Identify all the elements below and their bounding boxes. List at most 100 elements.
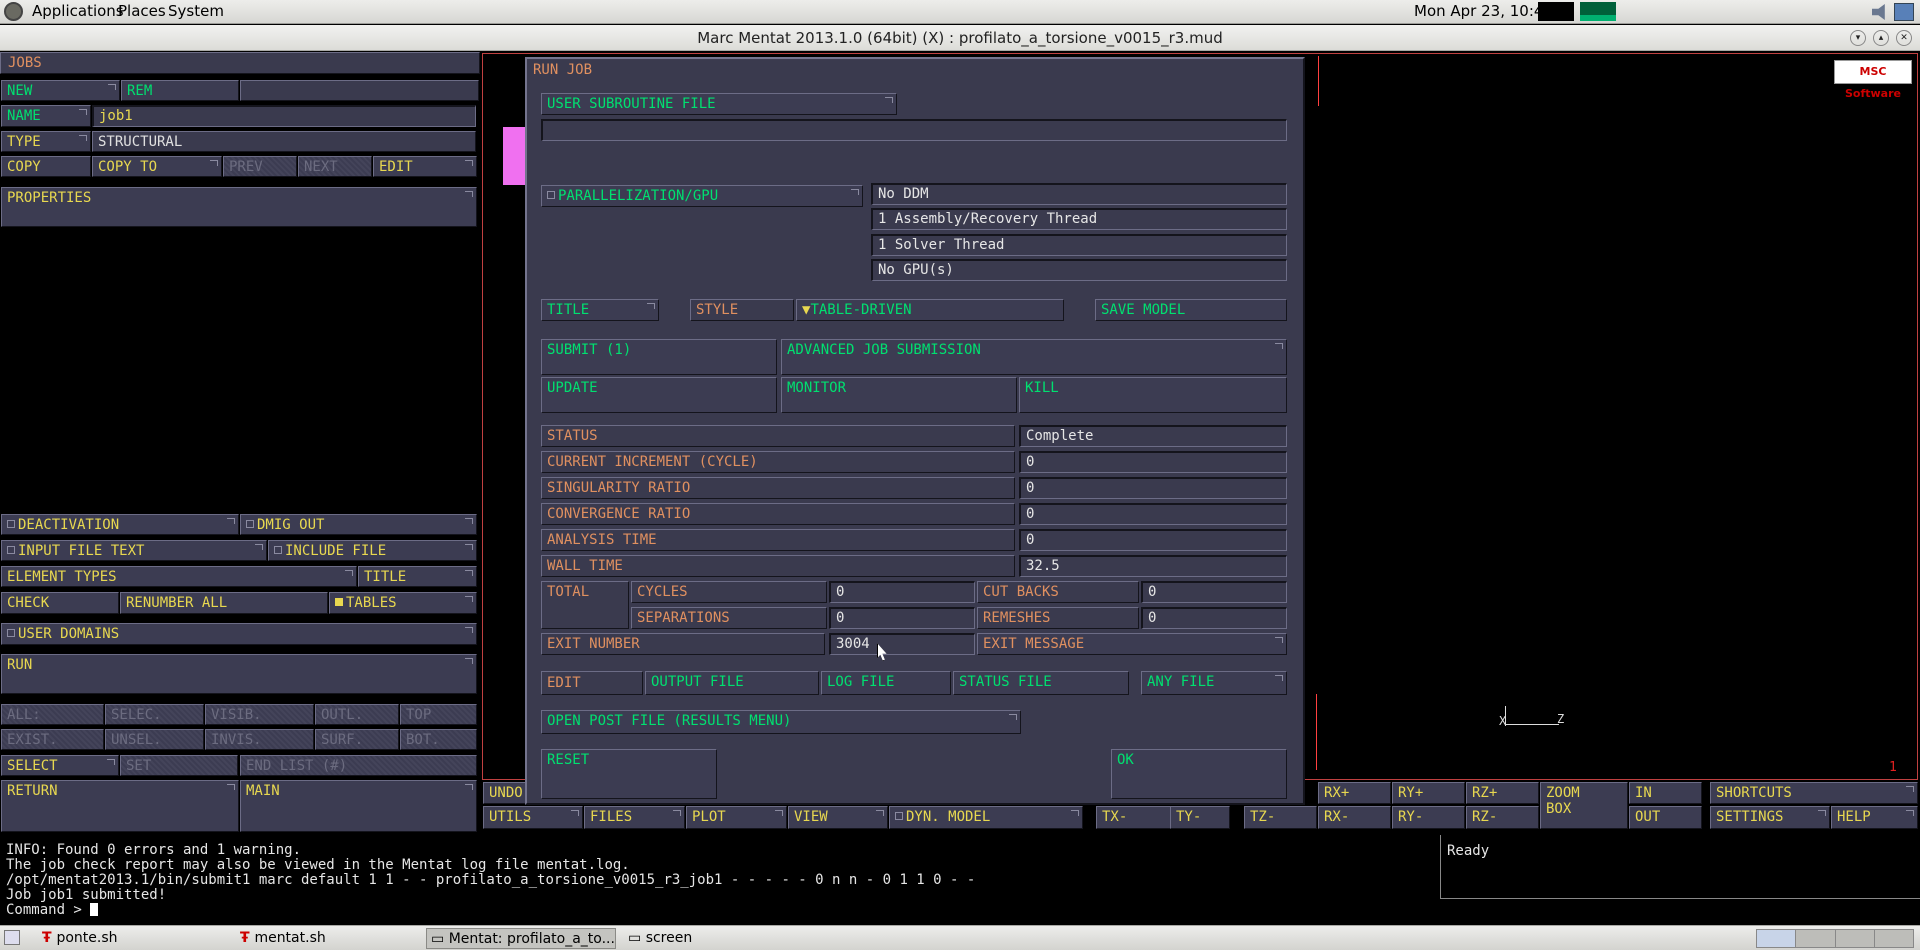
submit-button[interactable]: SUBMIT (1) [541, 339, 777, 375]
tz-minus-button[interactable]: TZ- [1244, 806, 1317, 829]
sel-top-button: TOP [400, 704, 477, 725]
cut-backs-label: CUT BACKS [977, 581, 1139, 603]
plot-button[interactable]: PLOT [686, 806, 787, 829]
sel-selec-button: SELEC. [105, 704, 204, 725]
settings-button[interactable]: SETTINGS [1710, 806, 1830, 829]
select-button[interactable]: SELECT [1, 755, 119, 776]
user-subroutine-field[interactable] [541, 119, 1287, 141]
name-label: NAME [1, 105, 91, 127]
user-domains-button[interactable]: USER DOMAINS [1, 623, 477, 645]
gnome-foot-icon[interactable] [4, 2, 23, 21]
include-file-button[interactable]: INCLUDE FILE [268, 540, 477, 561]
taskbar-item-mentat-sh[interactable]: Ŧ mentat.sh [236, 928, 426, 949]
save-model-button[interactable]: SAVE MODEL [1095, 299, 1287, 321]
sel-invis-button: INVIS. [205, 729, 314, 750]
window-icon: ▭ [431, 931, 449, 947]
taskbar-item-screen[interactable]: ▭ screen [624, 928, 814, 949]
sel-bot-button: BOT. [400, 729, 477, 750]
separations-label: SEPARATIONS [631, 607, 827, 629]
check-button[interactable]: CHECK [1, 592, 119, 614]
zoom-in-button[interactable]: IN [1629, 782, 1702, 804]
log-file-button[interactable]: LOG FILE [821, 671, 951, 695]
menu-applications[interactable]: Applications [32, 2, 124, 20]
next-button: NEXT [298, 156, 372, 177]
remeshes-label: REMESHES [977, 607, 1139, 629]
close-icon[interactable]: ✕ [1896, 30, 1912, 46]
assembly-thread-value: 1 Assembly/Recovery Thread [871, 208, 1287, 230]
deactivation-button[interactable]: DEACTIVATION [1, 514, 239, 535]
exit-message-button[interactable]: EXIT MESSAGE [977, 633, 1287, 655]
taskbar-item-ponte[interactable]: Ŧ ponte.sh [38, 928, 228, 949]
ry-plus-button[interactable]: RY+ [1392, 782, 1465, 804]
volume-icon[interactable] [1872, 4, 1885, 20]
rz-minus-button[interactable]: RZ- [1466, 806, 1539, 829]
copy-button[interactable]: COPY [1, 156, 91, 177]
end-list-button: END LIST (#) [240, 755, 477, 776]
minimize-icon[interactable]: ▾ [1850, 30, 1866, 46]
run-job-dialog: RUN JOB USER SUBROUTINE FILE PARALLELIZA… [525, 57, 1305, 805]
element-types-button[interactable]: ELEMENT TYPES [1, 566, 357, 587]
folder-icon: ▭ [628, 930, 646, 946]
job-name-field[interactable]: job1 [92, 105, 476, 127]
current-increment-label: CURRENT INCREMENT (CYCLE) [541, 451, 1015, 473]
any-file-button[interactable]: ANY FILE [1141, 671, 1287, 695]
rem-job-button[interactable]: REM [121, 80, 239, 101]
tx-minus-button[interactable]: TX- [1096, 806, 1179, 829]
zoom-box-button[interactable]: ZOOM BOX [1540, 782, 1628, 829]
applet-icon[interactable] [1894, 3, 1914, 21]
ok-button[interactable]: OK [1111, 749, 1287, 799]
menu-system[interactable]: System [168, 2, 224, 20]
title-dialog-button[interactable]: TITLE [541, 299, 659, 321]
shortcuts-button[interactable]: SHORTCUTS [1710, 782, 1918, 804]
menu-places[interactable]: Places [118, 2, 166, 20]
help-button[interactable]: HELP [1831, 806, 1918, 829]
run-button[interactable]: RUN [1, 654, 477, 694]
taskbar: Ŧ ponte.sh Ŧ mentat.sh ▭ Mentat: profila… [0, 925, 1920, 950]
rz-plus-button[interactable]: RZ+ [1466, 782, 1539, 804]
main-button[interactable]: MAIN [240, 780, 477, 832]
renumber-all-button[interactable]: RENUMBER ALL [120, 592, 328, 614]
axis-z-label: Z [1557, 712, 1565, 726]
taskbar-item-mentat-window[interactable]: ▭ Mentat: profilato_a_to... [426, 928, 616, 949]
output-file-button[interactable]: OUTPUT FILE [645, 671, 819, 695]
system-monitor-icon[interactable] [1538, 2, 1574, 21]
command-line[interactable]: Command > [6, 903, 1438, 918]
maximize-icon[interactable]: ▴ [1873, 30, 1889, 46]
user-subroutine-button[interactable]: USER SUBROUTINE FILE [541, 93, 897, 115]
rx-plus-button[interactable]: RX+ [1318, 782, 1391, 804]
title-button[interactable]: TITLE [358, 566, 477, 587]
clock[interactable]: Mon Apr 23, 10:42 [1414, 2, 1553, 20]
advanced-job-submission-button[interactable]: ADVANCED JOB SUBMISSION [781, 339, 1287, 375]
dyn-model-button[interactable]: DYN. MODEL [889, 806, 1083, 829]
new-job-button[interactable]: NEW [1, 80, 120, 101]
utils-button[interactable]: UTILS [483, 806, 583, 829]
properties-button[interactable]: PROPERTIES [1, 187, 477, 227]
parallelization-button[interactable]: PARALLELIZATION/GPU [541, 185, 863, 207]
monitor-button[interactable]: MONITOR [781, 377, 1017, 413]
view-button[interactable]: VIEW [788, 806, 888, 829]
workspace-switcher[interactable] [1756, 929, 1914, 948]
input-file-text-button[interactable]: INPUT FILE TEXT [1, 540, 267, 561]
sel-exist-button: EXIST. [1, 729, 104, 750]
zoom-out-button[interactable]: OUT [1629, 806, 1702, 829]
separations-value: 0 [829, 607, 975, 629]
status-file-button[interactable]: STATUS FILE [953, 671, 1129, 695]
edit-job-button[interactable]: EDIT [373, 156, 477, 177]
return-button[interactable]: RETURN [1, 780, 239, 832]
console[interactable]: INFO: Found 0 errors and 1 warning. The … [0, 835, 1438, 925]
files-button[interactable]: FILES [584, 806, 685, 829]
dmig-out-button[interactable]: DMIG OUT [240, 514, 477, 535]
reset-button[interactable]: RESET [541, 749, 717, 799]
tables-button[interactable]: TABLES [329, 592, 477, 614]
ty-minus-button[interactable]: TY- [1170, 806, 1230, 829]
open-post-file-button[interactable]: OPEN POST FILE (RESULTS MENU) [541, 710, 1021, 734]
show-desktop-icon[interactable] [4, 930, 20, 945]
kill-button[interactable]: KILL [1019, 377, 1287, 413]
style-dropdown[interactable]: ▼TABLE-DRIVEN [796, 299, 1064, 321]
update-button[interactable]: UPDATE [541, 377, 777, 413]
copy-to-button[interactable]: COPY TO [92, 156, 222, 177]
ry-minus-button[interactable]: RY- [1392, 806, 1465, 829]
rx-minus-button[interactable]: RX- [1318, 806, 1391, 829]
network-monitor-icon[interactable] [1580, 2, 1616, 21]
edit-label: EDIT [541, 671, 643, 695]
